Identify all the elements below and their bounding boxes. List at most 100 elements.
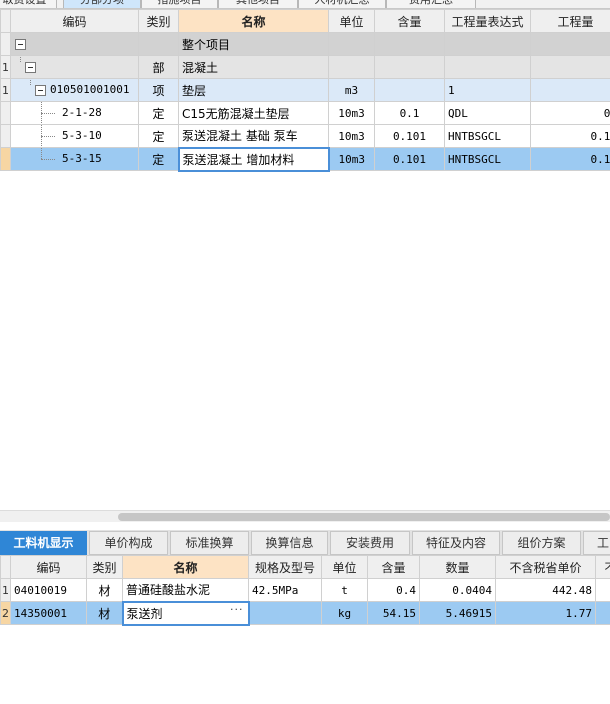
name-cell-editing[interactable]: 泵送混凝土 增加材料 xyxy=(177,146,330,172)
category-cell[interactable]: 定 xyxy=(138,147,179,171)
content-cell[interactable]: 0.4 xyxy=(367,578,420,602)
header-unit[interactable]: 单位 xyxy=(321,555,368,579)
tab-standard-conversion[interactable]: 标准换算 xyxy=(170,531,249,555)
unit-cell[interactable]: m3 xyxy=(328,78,375,102)
extra-cell[interactable] xyxy=(595,601,610,625)
name-cell[interactable]: C15无筋混凝土垫层 xyxy=(178,101,329,125)
tab-fee-summary[interactable]: 费用汇总 xyxy=(386,0,476,8)
tab-measures[interactable]: 措施项目 xyxy=(141,0,218,8)
name-cell-editing[interactable]: 泵送剂 ··· xyxy=(121,600,250,626)
collapse-icon[interactable] xyxy=(25,61,36,73)
category-cell[interactable]: 材 xyxy=(86,578,123,602)
quantity-expr-cell[interactable]: HNTBSGCL xyxy=(444,147,531,171)
header-name[interactable]: 名称 xyxy=(178,9,329,33)
table-row[interactable]: 5-3-10 定 泵送混凝土 基础 泵车 10m3 0.101 HNTBSGCL… xyxy=(0,124,610,148)
tab-more[interactable]: 工 xyxy=(583,531,610,555)
quantity-expr-cell[interactable] xyxy=(444,55,531,79)
tab-sub-items[interactable]: 分部分项 xyxy=(63,0,141,8)
quantity-cell[interactable] xyxy=(530,78,610,102)
amount-cell[interactable]: 5.46915 xyxy=(419,601,496,625)
code-cell[interactable] xyxy=(10,32,139,56)
spec-cell[interactable]: 42.5MPa xyxy=(248,578,322,602)
tab-features-content[interactable]: 特征及内容 xyxy=(412,531,500,555)
quantity-cell[interactable] xyxy=(530,55,610,79)
table-row[interactable]: 整个项目 xyxy=(0,32,610,56)
unit-cell[interactable]: 10m3 xyxy=(328,101,375,125)
header-code[interactable]: 编码 xyxy=(10,9,139,33)
amount-cell[interactable]: 0.0404 xyxy=(419,578,496,602)
header-content[interactable]: 含量 xyxy=(367,555,420,579)
unit-cell[interactable]: t xyxy=(321,578,368,602)
table-row[interactable]: 2-1-28 定 C15无筋混凝土垫层 10m3 0.1 QDL 0. xyxy=(0,101,610,125)
header-category[interactable]: 类别 xyxy=(86,555,123,579)
scrollbar-thumb[interactable] xyxy=(118,513,610,521)
header-unit[interactable]: 单位 xyxy=(328,9,375,33)
category-cell[interactable]: 材 xyxy=(86,601,123,625)
header-quantity-expr[interactable]: 工程量表达式 xyxy=(444,9,531,33)
quantity-cell[interactable]: 0.10 xyxy=(530,147,610,171)
header-amount[interactable]: 数量 xyxy=(419,555,496,579)
table-row[interactable]: 1 010501001001 项 垫层 m3 1 xyxy=(0,78,610,102)
quantity-cell[interactable]: 0. xyxy=(530,101,610,125)
header-name[interactable]: 名称 xyxy=(122,555,249,579)
collapse-icon[interactable] xyxy=(15,38,26,50)
unit-cell[interactable]: 10m3 xyxy=(328,124,375,148)
name-cell[interactable]: 普通硅酸盐水泥 xyxy=(122,578,249,602)
category-cell[interactable]: 项 xyxy=(138,78,179,102)
tab-fee-settings[interactable]: 取费设置 xyxy=(0,0,57,8)
unit-cell[interactable] xyxy=(328,55,375,79)
code-cell[interactable]: 5-3-15 xyxy=(10,147,139,171)
header-category[interactable]: 类别 xyxy=(138,9,179,33)
code-cell[interactable]: 010501001001 xyxy=(10,78,139,102)
content-cell[interactable]: 54.15 xyxy=(367,601,420,625)
tab-unit-price-composition[interactable]: 单价构成 xyxy=(89,531,168,555)
tab-other-items[interactable]: 其他项目 xyxy=(218,0,298,8)
header-extra[interactable]: 不 xyxy=(595,555,610,579)
more-options-icon[interactable]: ··· xyxy=(230,604,244,616)
quantity-cell[interactable]: 0.10 xyxy=(530,124,610,148)
code-cell[interactable]: 04010019 xyxy=(10,578,87,602)
unit-cell[interactable]: kg xyxy=(321,601,368,625)
tab-conversion-info[interactable]: 换算信息 xyxy=(251,531,328,555)
category-cell[interactable]: 定 xyxy=(138,101,179,125)
quantity-expr-cell[interactable] xyxy=(444,32,531,56)
header-content[interactable]: 含量 xyxy=(374,9,445,33)
category-cell[interactable]: 部 xyxy=(138,55,179,79)
content-cell[interactable] xyxy=(374,32,445,56)
quantity-expr-cell[interactable]: 1 xyxy=(444,78,531,102)
code-cell[interactable]: 2-1-28 xyxy=(10,101,139,125)
price-cell[interactable]: 442.48 xyxy=(495,578,596,602)
collapse-icon[interactable] xyxy=(35,84,46,96)
code-cell[interactable]: 14350001 xyxy=(10,601,87,625)
name-cell[interactable]: 整个项目 xyxy=(178,32,329,56)
tab-pricing-plan[interactable]: 组价方案 xyxy=(502,531,581,555)
tab-installation-fee[interactable]: 安装费用 xyxy=(330,531,410,555)
tab-labor-material-summary[interactable]: 人材机汇总 xyxy=(298,0,386,8)
table-row[interactable]: 1 部 混凝土 xyxy=(0,55,610,79)
extra-cell[interactable] xyxy=(595,578,610,602)
name-cell[interactable]: 泵送混凝土 基础 泵车 xyxy=(178,124,329,148)
content-cell[interactable]: 0.101 xyxy=(374,124,445,148)
table-row[interactable]: 1 04010019 材 普通硅酸盐水泥 42.5MPa t 0.4 0.040… xyxy=(0,578,610,602)
price-cell[interactable]: 1.77 xyxy=(495,601,596,625)
unit-cell[interactable] xyxy=(328,32,375,56)
code-cell[interactable]: 5-3-10 xyxy=(10,124,139,148)
header-code[interactable]: 编码 xyxy=(10,555,87,579)
header-price[interactable]: 不含税省单价 xyxy=(495,555,596,579)
content-cell[interactable] xyxy=(374,78,445,102)
name-cell[interactable]: 混凝土 xyxy=(178,55,329,79)
table-row-selected[interactable]: 5-3-15 定 泵送混凝土 增加材料 10m3 0.101 HNTBSGCL … xyxy=(0,146,610,172)
content-cell[interactable]: 0.101 xyxy=(374,147,445,171)
category-cell[interactable]: 定 xyxy=(138,124,179,148)
content-cell[interactable]: 0.1 xyxy=(374,101,445,125)
quantity-expr-cell[interactable]: QDL xyxy=(444,101,531,125)
spec-cell[interactable] xyxy=(248,601,322,625)
tab-labor-material-display[interactable]: 工料机显示 xyxy=(0,531,87,555)
quantity-expr-cell[interactable]: HNTBSGCL xyxy=(444,124,531,148)
header-quantity[interactable]: 工程量 xyxy=(530,9,610,33)
table-row-selected[interactable]: 2 14350001 材 泵送剂 ··· kg 54.15 5.46915 1.… xyxy=(0,600,610,626)
quantity-cell[interactable] xyxy=(530,32,610,56)
code-cell[interactable] xyxy=(10,55,139,79)
content-cell[interactable] xyxy=(374,55,445,79)
header-spec[interactable]: 规格及型号 xyxy=(248,555,322,579)
